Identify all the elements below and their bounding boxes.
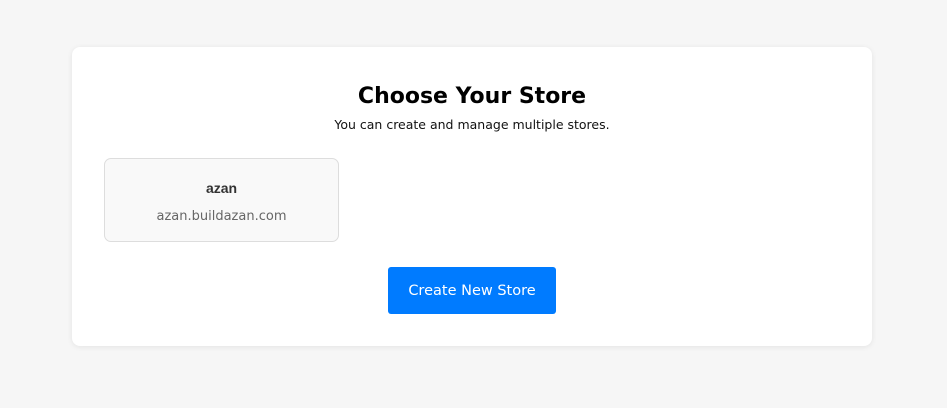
page-subtitle: You can create and manage multiple store…: [334, 117, 610, 132]
page-title: Choose Your Store: [357, 84, 587, 109]
create-new-store-button[interactable]: Create New Store: [388, 267, 556, 314]
store-name: azan: [205, 180, 238, 196]
store-list: azan azan.buildazan.com: [104, 158, 339, 242]
store-selection-card: Choose Your Store You can create and man…: [72, 47, 872, 346]
store-domain: azan.buildazan.com: [156, 209, 287, 224]
store-card-azan[interactable]: azan azan.buildazan.com: [104, 158, 339, 242]
